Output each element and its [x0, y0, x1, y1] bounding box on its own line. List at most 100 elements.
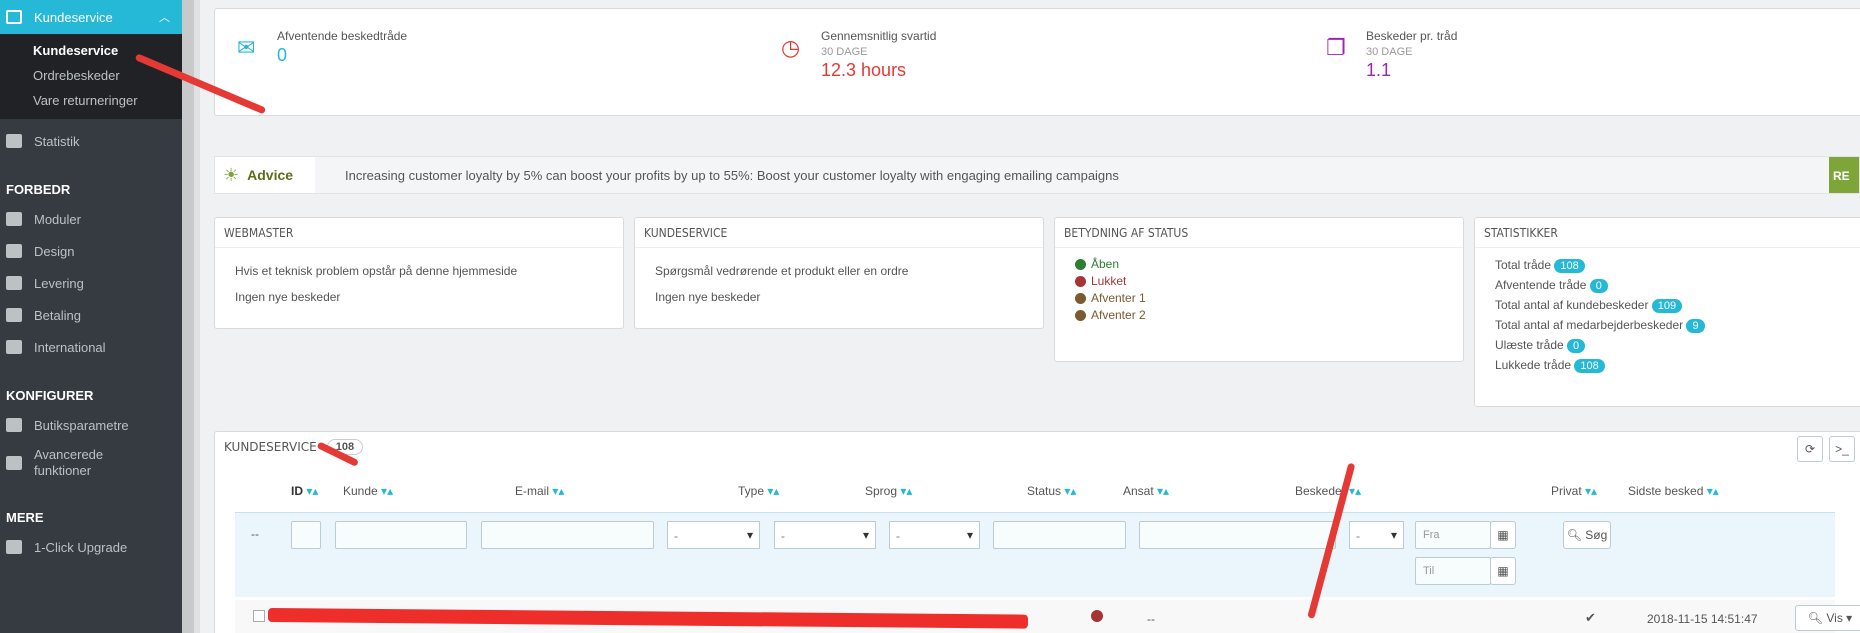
kpi-avg-response: ◷ Gennemsnitlig svartid 30 DAGE 12.3 hou…	[781, 29, 937, 80]
stat-row: Afventende tråde 0	[1495, 276, 1853, 296]
calendar-icon[interactable]: ▦	[1490, 521, 1516, 549]
scrollbar-track	[194, 0, 200, 633]
search-button[interactable]: 🔍︎ Søg	[1563, 521, 1611, 549]
view-button[interactable]: 🔍︎ Vis ▾	[1795, 605, 1860, 631]
advanced-settings-icon	[6, 456, 22, 470]
globe-icon	[6, 340, 22, 354]
statistics-box: STATISTIKKER Total tråde 108 Afventende t…	[1474, 217, 1860, 407]
credit-card-icon	[6, 308, 22, 322]
sidebar-item-1-click-upgrade[interactable]: 1-Click Upgrade	[0, 531, 182, 563]
upgrade-icon	[6, 540, 22, 554]
advice-text: Increasing customer loyalty by 5% can bo…	[345, 168, 1119, 183]
advice-cta-button[interactable]: RE	[1829, 157, 1859, 193]
sidebar-submenu: Kundeservice Ordrebeskeder Vare returner…	[0, 34, 182, 119]
stat-row: Total antal af kundebeskeder 109	[1495, 296, 1853, 316]
sql-query-icon[interactable]: >_	[1829, 436, 1855, 462]
sidebar-item-avancerede[interactable]: Avancerede funktioner	[0, 441, 182, 485]
sidebar: Kundeservice ︿ Kundeservice Ordrebeskede…	[0, 0, 182, 633]
submenu-kundeservice[interactable]: Kundeservice	[0, 38, 182, 63]
kpi-messages-per-thread: ❐ Beskeder pr. tråd 30 DAGE 1.1	[1326, 29, 1458, 80]
clock-icon: ◷	[781, 35, 801, 60]
status-legend-item: Afventer 1	[1075, 290, 1443, 307]
customer-threads-grid: KUNDESERVICE 108 ⟳ >_ ID ▾▴ Kunde ▾▴ E-m…	[214, 431, 1860, 633]
sidebar-item-butiksparametre[interactable]: Butiksparametre	[0, 409, 182, 441]
th-sidste-besked[interactable]: Sidste besked ▾▴	[1628, 484, 1719, 498]
th-ansat[interactable]: Ansat ▾▴	[1123, 484, 1169, 498]
stat-badge: 0	[1567, 339, 1586, 353]
status-dot	[1075, 276, 1086, 287]
stat-row: Total antal af medarbejderbeskeder 9	[1495, 316, 1853, 336]
sidebar-item-betaling[interactable]: Betaling	[0, 299, 182, 331]
stat-badge: 9	[1686, 319, 1705, 333]
advice-banner: ☀ Advice Increasing customer loyalty by 5…	[214, 156, 1860, 194]
sidebar-item-international[interactable]: International	[0, 331, 182, 363]
kpi-pending: ✉ Afventende beskedtråde 0	[237, 29, 408, 65]
sidebar-item-kundeservice[interactable]: Kundeservice ︿	[0, 0, 182, 34]
chat-icon	[6, 10, 22, 24]
chart-icon	[6, 134, 22, 148]
check-icon: ✔	[1585, 610, 1596, 625]
stat-row: Ulæste tråde 0	[1495, 336, 1853, 356]
status-dot	[1075, 259, 1086, 270]
sidebar-item-moduler[interactable]: Moduler	[0, 203, 182, 235]
th-privat[interactable]: Privat ▾▴	[1551, 484, 1597, 498]
status-dot	[1075, 310, 1086, 321]
copy-icon: ❐	[1326, 35, 1346, 60]
filter-date-to[interactable]: Til	[1415, 557, 1491, 585]
filter-row: -- - - - - Fra ▦ Til ▦ 🔍︎ Søg	[235, 512, 1835, 597]
stat-row: Total tråde 108	[1495, 256, 1853, 276]
filter-date-from[interactable]: Fra	[1415, 521, 1491, 549]
sidebar-item-levering[interactable]: Levering	[0, 267, 182, 299]
calendar-icon[interactable]: ▦	[1490, 557, 1516, 585]
status-dot	[1075, 293, 1086, 304]
zoom-icon: 🔍︎	[1807, 611, 1824, 625]
section-mere: MERE	[6, 510, 44, 525]
filter-id-input[interactable]	[291, 521, 321, 549]
search-icon: 🔍︎	[1566, 528, 1582, 542]
th-beskeder[interactable]: Beskeder ▾▴	[1295, 484, 1361, 498]
th-status[interactable]: Status ▾▴	[1027, 484, 1076, 498]
webmaster-box: WEBMASTER Hvis et teknisk problem opstår…	[214, 217, 624, 329]
section-forbedr: FORBEDR	[6, 182, 71, 197]
stat-badge: 108	[1574, 359, 1605, 373]
row-checkbox[interactable]	[253, 610, 265, 622]
filter-privat-select[interactable]: -	[1349, 521, 1404, 549]
filter-type-select[interactable]: -	[667, 521, 760, 549]
status-legend-item: Åben	[1075, 256, 1443, 273]
filter-ansat-input[interactable]	[993, 521, 1126, 549]
puzzle-icon	[6, 212, 22, 226]
monitor-icon	[6, 244, 22, 258]
th-kunde[interactable]: Kunde ▾▴	[343, 484, 393, 498]
filter-beskeder-input[interactable]	[1139, 521, 1336, 549]
status-legend-box: BETYDNING AF STATUS Åben Lukket Afventer 1…	[1054, 217, 1464, 362]
stat-badge: 109	[1651, 299, 1683, 313]
filter-email-input[interactable]	[481, 521, 654, 549]
truck-icon	[6, 276, 22, 290]
sidebar-item-statistik[interactable]: Statistik	[0, 125, 182, 157]
scrollbar-gutter[interactable]	[182, 0, 194, 633]
envelope-icon: ✉	[237, 35, 256, 60]
customer-service-box: KUNDESERVICE Spørgsmål vedrørende et pro…	[634, 217, 1044, 329]
settings-icon	[6, 418, 22, 432]
refresh-list-icon[interactable]: ⟳	[1797, 436, 1823, 462]
status-dot	[1091, 610, 1103, 622]
submenu-vare-returneringer[interactable]: Vare returneringer	[0, 88, 182, 113]
stat-row: Lukkede tråde 108	[1495, 356, 1853, 376]
status-legend-item: Lukket	[1075, 273, 1443, 290]
sidebar-item-design[interactable]: Design	[0, 235, 182, 267]
stat-badge: 108	[1554, 259, 1585, 273]
stat-badge: 0	[1589, 279, 1608, 293]
advice-tag: ☀ Advice	[215, 157, 315, 193]
th-type[interactable]: Type ▾▴	[738, 484, 779, 498]
status-legend-item: Afventer 2	[1075, 307, 1443, 324]
lightbulb-icon: ☀	[223, 164, 240, 185]
filter-sprog-select[interactable]: -	[774, 521, 876, 549]
filter-kunde-input[interactable]	[335, 521, 467, 549]
th-id[interactable]: ID ▾▴	[291, 484, 318, 498]
filter-status-select[interactable]: -	[889, 521, 980, 549]
kpi-panel: ✉ Afventende beskedtråde 0 ◷ Gennemsnitl…	[214, 8, 1860, 116]
th-sprog[interactable]: Sprog ▾▴	[865, 484, 912, 498]
section-konfigurer: KONFIGURER	[6, 388, 94, 403]
th-email[interactable]: E-mail ▾▴	[515, 484, 564, 498]
chevron-up-icon: ︿	[159, 12, 170, 24]
